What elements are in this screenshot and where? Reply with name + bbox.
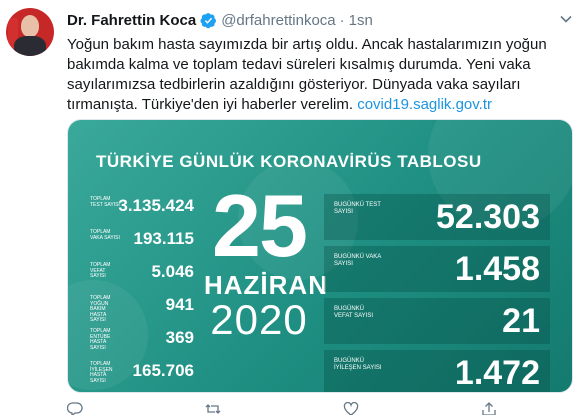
share-icon[interactable] (481, 402, 497, 415)
author-handle[interactable]: @drfahrettinkoca (221, 12, 335, 29)
tweet-text-line: sayılarımızsa tedbirlerin azaldığını gös… (67, 76, 521, 93)
total-row: TOPLAM TEST SAYISI 3.135.424 (90, 194, 194, 227)
tweet-text-line: bakımda kalma ve toplam tedavi süreleri … (67, 56, 531, 73)
total-label: TOPLAM VAKA SAYISI (90, 229, 120, 241)
total-row: TOPLAM İYİLEŞEN HASTA SAYISI 165.706 (90, 359, 194, 392)
total-label: TOPLAM İYİLEŞEN HASTA SAYISI (90, 361, 113, 384)
retweet-icon[interactable] (205, 402, 221, 415)
total-value: 165.706 (132, 361, 194, 380)
total-label: TOPLAM YOĞUN BAKIM HASTA SAYISI (90, 295, 111, 323)
total-label: TOPLAM ENTÜBE HASTA SAYISI (90, 328, 111, 351)
avatar[interactable] (6, 8, 54, 56)
today-value: 52.303 (436, 198, 540, 236)
total-row: TOPLAM VEFAT SAYISI 5.046 (90, 260, 194, 293)
tweet-text-end: tırmanışta. Türkiye'den iyi haberler ver… (67, 96, 358, 113)
separator-dot: · (339, 11, 345, 29)
date-year: 2020 (210, 296, 308, 343)
tweet-image-card[interactable]: TÜRKİYE GÜNLÜK KORONAVİRÜS TABLOSU TOPLA… (67, 119, 573, 393)
today-value: 1.472 (454, 354, 540, 392)
total-row: TOPLAM YOĞUN BAKIM HASTA SAYISI 941 (90, 293, 194, 326)
total-label: TOPLAM VEFAT SAYISI (90, 262, 111, 279)
date-day: 25 (212, 176, 308, 275)
face-shape (21, 15, 39, 37)
total-value: 5.046 (151, 262, 194, 281)
total-value: 369 (165, 328, 194, 347)
tweet-header: Dr. Fahrettin Koca @drfahrettinkoca · 1s… (67, 10, 373, 30)
today-row: BUGÜNKÜ VAKA SAYISI 1.458 (324, 246, 550, 292)
today-label: BUGÜNKÜ VAKA SAYISI (334, 254, 381, 267)
total-value: 941 (165, 295, 194, 314)
today-row: BUGÜNKÜ TEST SAYISI 52.303 (324, 194, 550, 240)
today-row: BUGÜNKÜ VEFAT SAYISI 21 (324, 298, 550, 344)
total-row: TOPLAM ENTÜBE HASTA SAYISI 369 (90, 326, 194, 359)
tweet-timestamp[interactable]: 1sn (349, 12, 373, 29)
today-value: 1.458 (454, 250, 540, 288)
chevron-down-icon[interactable] (559, 12, 573, 26)
today-label: BUGÜNKÜ VEFAT SAYISI (334, 306, 374, 319)
tweet-text-line: tırmanışta. Türkiye'den iyi haberler ver… (67, 95, 572, 115)
tweet-text-line: Yoğun bakım hasta sayımızda bir artış ol… (67, 36, 547, 53)
verified-badge-icon (200, 12, 217, 28)
total-label: TOPLAM TEST SAYISI (90, 196, 120, 208)
report-date: 25 HAZİRAN 2020 (204, 176, 327, 343)
total-row: TOPLAM VAKA SAYISI 193.115 (90, 227, 194, 260)
tweet: Dr. Fahrettin Koca @drfahrettinkoca · 1s… (0, 0, 583, 415)
today-label: BUGÜNKÜ İYİLEŞEN SAYISI (334, 358, 382, 371)
card-title: TÜRKİYE GÜNLÜK KORONAVİRÜS TABLOSU (96, 152, 482, 171)
tweet-actions (67, 402, 517, 415)
author-name[interactable]: Dr. Fahrettin Koca (67, 12, 196, 29)
suit-shape (14, 36, 46, 56)
totals-list: TOPLAM TEST SAYISI 3.135.424 TOPLAM VAKA… (90, 194, 194, 392)
today-row: BUGÜNKÜ İYİLEŞEN SAYISI 1.472 (324, 350, 550, 392)
today-label: BUGÜNKÜ TEST SAYISI (334, 202, 381, 215)
reply-icon[interactable] (67, 402, 83, 415)
total-value: 3.135.424 (118, 196, 194, 215)
today-value: 21 (502, 302, 540, 340)
like-icon[interactable] (343, 402, 359, 415)
tweet-text: Yoğun bakım hasta sayımızda bir artış ol… (67, 35, 572, 115)
today-list: BUGÜNKÜ TEST SAYISI 52.303 BUGÜNKÜ VAKA … (324, 194, 550, 392)
total-value: 193.115 (133, 229, 194, 248)
tweet-link[interactable]: covid19.saglik.gov.tr (357, 96, 492, 113)
